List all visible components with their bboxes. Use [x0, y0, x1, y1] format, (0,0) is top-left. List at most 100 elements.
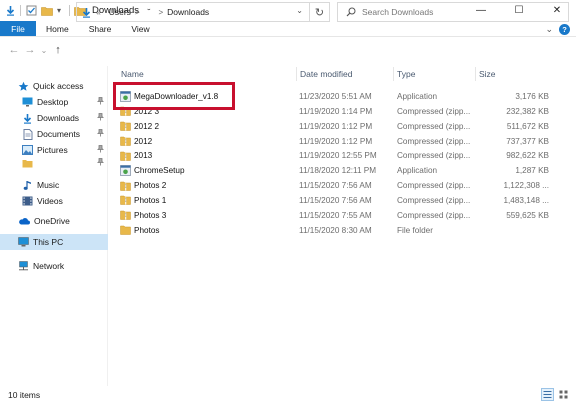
- file-date: 11/19/2020 1:12 PM: [299, 121, 373, 131]
- nav-item-label: Videos: [37, 196, 63, 206]
- address-dropdown-icon[interactable]: ⌄: [296, 6, 303, 15]
- file-row[interactable]: ChromeSetup 11/18/2020 12:11 PM Applicatio…: [117, 163, 572, 178]
- nav-item-downloads[interactable]: Downloads: [0, 110, 108, 126]
- pin-icon[interactable]: [97, 113, 104, 123]
- column-separator[interactable]: [393, 67, 394, 81]
- file-type: File folder: [397, 225, 433, 235]
- tab-file[interactable]: File: [0, 21, 36, 36]
- column-separator[interactable]: [296, 67, 297, 81]
- nav-item-desktop[interactable]: Desktop: [0, 94, 108, 110]
- column-header-size[interactable]: Size: [479, 67, 496, 81]
- zip-folder-icon: [120, 195, 131, 206]
- large-icons-view-icon: [559, 390, 568, 399]
- breadcrumb-chevron-icon[interactable]: >: [135, 8, 140, 17]
- file-type: Compressed (zipp...: [397, 210, 471, 220]
- file-name-cell[interactable]: Photos 3: [120, 208, 295, 223]
- folder-icon: [22, 158, 33, 169]
- column-separator[interactable]: [475, 67, 476, 81]
- file-size: 511,672 KB: [506, 121, 549, 131]
- breadcrumb-users[interactable]: Users: [109, 7, 131, 17]
- file-row[interactable]: Photos 1 11/15/2020 7:56 AM Compressed (zi…: [117, 193, 572, 208]
- file-name: 2012 2: [134, 121, 160, 131]
- search-input[interactable]: [362, 7, 552, 17]
- downloads-icon: [22, 113, 33, 124]
- file-row[interactable]: Photos 2 11/15/2020 7:56 AM Compressed (zi…: [117, 178, 572, 193]
- nav-item-documents[interactable]: Documents: [0, 126, 108, 142]
- new-folder-icon[interactable]: [41, 5, 53, 17]
- zip-folder-icon: [120, 136, 131, 147]
- app-icon: [120, 165, 131, 177]
- breadcrumb-chevron-icon[interactable]: >: [158, 8, 163, 17]
- breadcrumb-overflow[interactable]: «: [96, 7, 101, 17]
- file-date: 11/18/2020 12:11 PM: [299, 166, 377, 176]
- annotation-highlight-box: [113, 82, 235, 110]
- tab-home[interactable]: Home: [36, 21, 79, 36]
- file-row[interactable]: 2013 11/19/2020 12:55 PM Compressed (zipp.…: [117, 148, 572, 163]
- customize-toolbar-icon[interactable]: ▾: [53, 5, 65, 17]
- large-icons-view-button[interactable]: [557, 388, 570, 401]
- search-box[interactable]: [337, 2, 569, 22]
- file-name-cell[interactable]: Photos 2: [120, 178, 295, 193]
- pin-icon[interactable]: [97, 158, 104, 168]
- pin-icon[interactable]: [97, 145, 104, 155]
- nav-item-pictures[interactable]: Pictures: [0, 142, 108, 158]
- forward-button[interactable]: →: [22, 40, 38, 60]
- column-header-name[interactable]: Name: [121, 67, 144, 81]
- desktop-icon: [22, 97, 33, 108]
- file-name-cell[interactable]: 2012 2: [120, 119, 295, 134]
- zip-folder-icon: [120, 150, 131, 161]
- refresh-button[interactable]: ↻: [310, 2, 330, 22]
- file-name-cell[interactable]: Photos: [120, 223, 295, 238]
- details-view-button[interactable]: [541, 388, 554, 401]
- tab-share[interactable]: Share: [79, 21, 122, 36]
- nav-network[interactable]: Network: [0, 258, 108, 274]
- breadcrumb-downloads[interactable]: Downloads: [167, 7, 209, 17]
- tab-view[interactable]: View: [121, 21, 159, 36]
- file-date: 11/19/2020 1:14 PM: [299, 106, 373, 116]
- address-bar[interactable]: « Users > ˘ > Downloads ⌄: [76, 2, 310, 22]
- nav-this-pc[interactable]: This PC: [0, 234, 108, 250]
- file-name: Photos 1: [134, 195, 167, 205]
- back-button[interactable]: ←: [6, 40, 22, 60]
- nav-item-obscured[interactable]: [0, 158, 108, 168]
- file-date: 11/23/2020 5:51 AM: [299, 92, 372, 101]
- properties-check-icon[interactable]: [25, 5, 37, 17]
- nav-item-music[interactable]: Music: [0, 177, 108, 193]
- nav-this-pc-label: This PC: [33, 237, 64, 247]
- pin-icon[interactable]: [97, 129, 104, 139]
- file-size: 1,287 KB: [515, 166, 549, 176]
- ribbon-right-controls: ⌄ ?: [545, 22, 570, 36]
- file-type: Compressed (zipp...: [397, 181, 471, 191]
- file-name-cell[interactable]: ChromeSetup: [120, 163, 295, 178]
- file-date: 11/15/2020 7:55 AM: [299, 210, 372, 220]
- details-view-icon: [543, 391, 552, 398]
- column-header-type[interactable]: Type: [397, 67, 415, 81]
- column-header-date[interactable]: Date modified: [300, 67, 352, 81]
- item-count: 10 items: [8, 390, 41, 400]
- nav-item-videos[interactable]: Videos: [0, 193, 108, 209]
- file-name: 2012: [134, 136, 153, 146]
- nav-quick-access[interactable]: Quick access: [0, 78, 108, 94]
- file-row[interactable]: Photos 3 11/15/2020 7:55 AM Compressed (zi…: [117, 208, 572, 223]
- file-row[interactable]: 2012 2 11/19/2020 1:12 PM Compressed (zipp…: [117, 119, 572, 134]
- file-name-cell[interactable]: 2012: [120, 134, 295, 149]
- help-icon[interactable]: ?: [559, 23, 570, 35]
- network-icon: [18, 261, 29, 272]
- file-type: Compressed (zipp...: [397, 106, 471, 116]
- title-separator: [20, 5, 21, 16]
- quick-access-down-arrow-icon[interactable]: [4, 5, 16, 17]
- ribbon-tabs: File Home Share View ⌄ ?: [0, 21, 576, 37]
- file-name-cell[interactable]: Photos 1: [120, 193, 295, 208]
- videos-icon: [22, 196, 33, 207]
- pin-icon[interactable]: [97, 97, 104, 107]
- nav-onedrive[interactable]: OneDrive: [0, 213, 108, 229]
- file-name-cell[interactable]: 2013: [120, 148, 295, 163]
- file-name: 2013: [134, 151, 153, 161]
- file-row[interactable]: Photos 11/15/2020 8:30 AM File folder: [117, 223, 572, 238]
- recent-locations-button[interactable]: ⌄: [38, 40, 50, 60]
- breadcrumb-user[interactable]: ˘: [148, 7, 151, 17]
- file-row[interactable]: 2012 11/19/2020 1:12 PM Compressed (zipp..…: [117, 134, 572, 149]
- expand-ribbon-icon[interactable]: ⌄: [545, 24, 553, 35]
- up-button[interactable]: ↑: [50, 40, 66, 60]
- file-size: [479, 223, 549, 238]
